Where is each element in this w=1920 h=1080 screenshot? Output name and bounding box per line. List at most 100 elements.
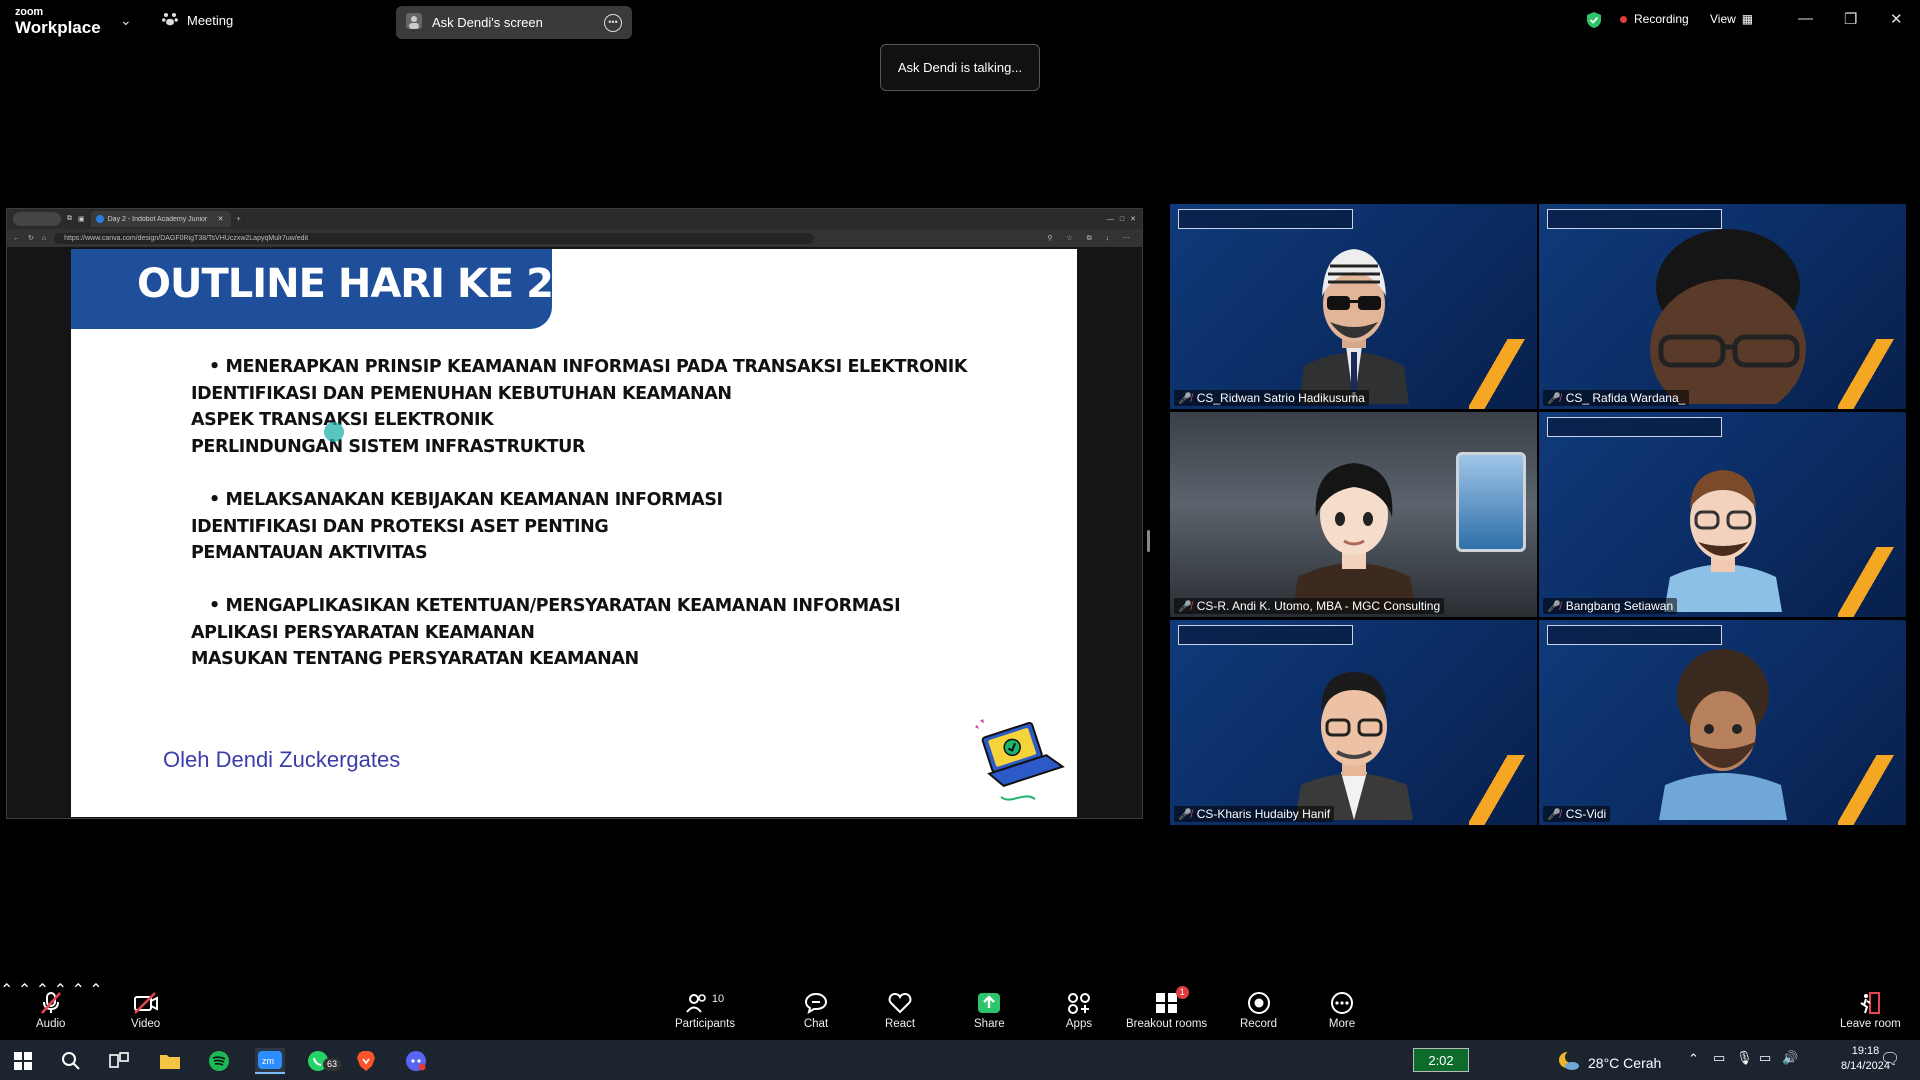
audio-label: Audio bbox=[36, 1018, 66, 1030]
breakout-rooms-button[interactable]: 1 Breakout rooms bbox=[1126, 986, 1207, 1030]
minimize-icon[interactable]: — bbox=[1798, 10, 1813, 27]
mic-muted-icon: 🎤̸ bbox=[1178, 600, 1192, 613]
audio-options-chevron-icon[interactable]: ⌃ bbox=[0, 982, 13, 999]
participant-name: CS-R. Andi K. Utomo, MBA - MGC Consultin… bbox=[1196, 599, 1441, 613]
tab-close-icon[interactable]: ✕ bbox=[218, 215, 224, 223]
participant-avatar bbox=[1289, 650, 1419, 825]
more-options-icon[interactable]: ••• bbox=[604, 13, 622, 32]
share-label: Share bbox=[974, 1018, 1005, 1030]
chevron-down-icon[interactable]: ⌄ bbox=[120, 12, 132, 29]
tab-actions-icon[interactable]: ▣ bbox=[78, 215, 85, 223]
recording-label: Recording bbox=[1634, 12, 1689, 26]
participants-label: Participants bbox=[675, 1018, 736, 1030]
recording-indicator[interactable]: Recording bbox=[1620, 12, 1689, 26]
restore-icon[interactable]: ❐ bbox=[1844, 10, 1857, 28]
meet-now-icon[interactable]: ▭ bbox=[1713, 1050, 1725, 1066]
speaker-icon[interactable]: 🔊 bbox=[1782, 1050, 1798, 1066]
audio-button[interactable]: Audio bbox=[36, 992, 65, 1030]
browser-restore-icon[interactable]: □ bbox=[1120, 216, 1124, 223]
close-icon[interactable]: ✕ bbox=[1890, 10, 1903, 28]
whatsapp-icon[interactable]: 63 bbox=[305, 1048, 341, 1074]
microphone-icon[interactable]: 🎙 bbox=[1736, 1050, 1753, 1066]
countdown-timer[interactable]: 2:02 bbox=[1413, 1048, 1469, 1072]
browser-tools-icon[interactable]: ⚲ ☆ ⧉ ↓ ⋯ bbox=[1047, 234, 1136, 243]
record-button[interactable]: Record bbox=[1240, 992, 1277, 1030]
search-icon[interactable] bbox=[58, 1048, 84, 1074]
home-icon[interactable]: ⌂ bbox=[42, 235, 46, 242]
video-tile[interactable]: 🎤̸ CS_Ridwan Satrio Hadikusuma bbox=[1170, 204, 1537, 409]
viewing-screen-pill[interactable]: Ask Dendi's screen ••• bbox=[396, 6, 632, 39]
tray-chevron-up-icon[interactable]: ⌃ bbox=[1688, 1051, 1699, 1067]
browser-close-icon[interactable]: ✕ bbox=[1130, 215, 1136, 223]
shared-screen[interactable]: ⧉ ▣ Day 2 - Indobot Academy Junior ✕ + —… bbox=[6, 208, 1143, 819]
zoom-taskbar-icon[interactable]: zm bbox=[255, 1048, 285, 1074]
browser-address-bar: ← ↻ ⌂ https://www.canva.com/design/DAGF0… bbox=[7, 229, 1142, 247]
shield-check-icon[interactable] bbox=[1586, 11, 1602, 34]
task-view-icon[interactable] bbox=[106, 1048, 132, 1074]
brand-line2: Workplace bbox=[15, 18, 101, 37]
heart-icon bbox=[886, 992, 914, 1014]
meeting-toolbar: Audio ⌃ Video ⌃ 10 Participants Chat ⌃ R… bbox=[0, 980, 1920, 1040]
record-icon bbox=[1245, 992, 1273, 1014]
apps-options-chevron-icon[interactable]: ⌃ bbox=[89, 982, 102, 999]
weather-widget[interactable]: 28°C Cerah bbox=[1558, 1051, 1661, 1074]
canva-editor: OUTLINE HARI KE 2 • MENERAPKAN PRINSIP K… bbox=[7, 247, 1142, 818]
new-tab-icon[interactable]: + bbox=[237, 216, 241, 223]
video-tile[interactable]: 🎤̸ CS-Vidi bbox=[1539, 620, 1906, 825]
url-field[interactable]: https://www.canva.com/design/DAGF0RigT38… bbox=[54, 232, 815, 244]
profile-icon[interactable] bbox=[13, 212, 61, 226]
share-button[interactable]: Share bbox=[974, 992, 1005, 1030]
spotify-icon[interactable] bbox=[206, 1048, 232, 1074]
back-icon[interactable]: ← bbox=[13, 235, 20, 242]
record-label: Record bbox=[1240, 1018, 1278, 1030]
tab-title: Day 2 - Indobot Academy Junior bbox=[107, 215, 208, 223]
refresh-icon[interactable]: ↻ bbox=[28, 234, 34, 242]
slide-section-1: • MENERAPKAN PRINSIP KEAMANAN INFORMASI … bbox=[191, 354, 967, 460]
slide-line: IDENTIFIKASI DAN PEMENUHAN KEBUTUHAN KEA… bbox=[191, 383, 732, 404]
video-tile[interactable]: 🎤̸ CS-Kharis Hudaiby Hanif bbox=[1170, 620, 1537, 825]
chat-label: Chat bbox=[803, 1018, 829, 1030]
mic-muted-icon: 🎤̸ bbox=[1178, 392, 1192, 405]
windows-taskbar: zm 63 2:02 28°C Cerah ⌃ ▭ 🎙 ▭ 🔊 19:18 8/… bbox=[0, 1040, 1920, 1080]
leave-room-button[interactable]: Leave room bbox=[1840, 992, 1901, 1030]
participants-button[interactable]: 10 Participants bbox=[675, 992, 735, 1030]
more-button[interactable]: More bbox=[1328, 992, 1356, 1030]
slide-bullet: • MENGAPLIKASIKAN KETENTUAN/PERSYARATAN … bbox=[209, 596, 901, 616]
apps-label: Apps bbox=[1065, 1018, 1093, 1030]
browser-tab[interactable]: Day 2 - Indobot Academy Junior ✕ bbox=[90, 211, 231, 227]
paw-icon bbox=[162, 12, 178, 29]
brand-line1: zoom bbox=[15, 6, 43, 18]
video-tile[interactable]: 🎤̸ Bangbang Setiawan bbox=[1539, 412, 1906, 617]
participant-label: 🎤̸ CS_Ridwan Satrio Hadikusuma bbox=[1174, 390, 1369, 406]
notification-center-icon[interactable]: 🗨 bbox=[1880, 1049, 1900, 1069]
brave-browser-icon[interactable] bbox=[353, 1048, 379, 1074]
apps-icon bbox=[1065, 992, 1093, 1014]
browser-minimize-icon[interactable]: — bbox=[1107, 216, 1114, 223]
mic-muted-icon: 🎤̸ bbox=[1547, 600, 1561, 613]
slide-bullet: • MENERAPKAN PRINSIP KEAMANAN INFORMASI … bbox=[209, 357, 968, 377]
share-options-chevron-icon[interactable]: ⌃ bbox=[71, 982, 84, 999]
react-button[interactable]: React bbox=[885, 992, 915, 1030]
grid-view-icon: ▦ bbox=[1741, 12, 1754, 26]
windows-start-icon[interactable] bbox=[10, 1048, 36, 1074]
participants-count: 10 bbox=[711, 993, 725, 1005]
chat-button[interactable]: Chat bbox=[802, 992, 830, 1030]
apps-button[interactable]: Apps bbox=[1065, 992, 1093, 1030]
presentation-slide: OUTLINE HARI KE 2 • MENERAPKAN PRINSIP K… bbox=[71, 249, 1077, 817]
video-options-chevron-icon[interactable]: ⌃ bbox=[18, 982, 31, 999]
video-tile[interactable]: 🎤̸ CS_ Rafida Wardana_ bbox=[1539, 204, 1906, 409]
view-button[interactable]: View ▦ bbox=[1710, 12, 1753, 26]
slide-section-3: • MENGAPLIKASIKAN KETENTUAN/PERSYARATAN … bbox=[191, 593, 901, 673]
resize-handle[interactable] bbox=[1147, 530, 1150, 552]
zoom-workplace-logo[interactable]: zoom Workplace bbox=[15, 6, 101, 37]
discord-icon[interactable] bbox=[403, 1048, 429, 1074]
file-explorer-icon[interactable] bbox=[157, 1048, 183, 1074]
more-label: More bbox=[1328, 1018, 1356, 1030]
meeting-menu-button[interactable]: Meeting bbox=[162, 12, 233, 29]
talking-notification: Ask Dendi is talking... bbox=[880, 44, 1040, 91]
workspaces-icon[interactable]: ⧉ bbox=[67, 215, 72, 223]
video-button[interactable]: Video bbox=[131, 992, 160, 1030]
video-tile[interactable]: 🎤̸ CS-R. Andi K. Utomo, MBA - MGC Consul… bbox=[1170, 412, 1537, 617]
more-icon bbox=[1328, 992, 1356, 1014]
battery-icon[interactable]: ▭ bbox=[1759, 1050, 1771, 1066]
